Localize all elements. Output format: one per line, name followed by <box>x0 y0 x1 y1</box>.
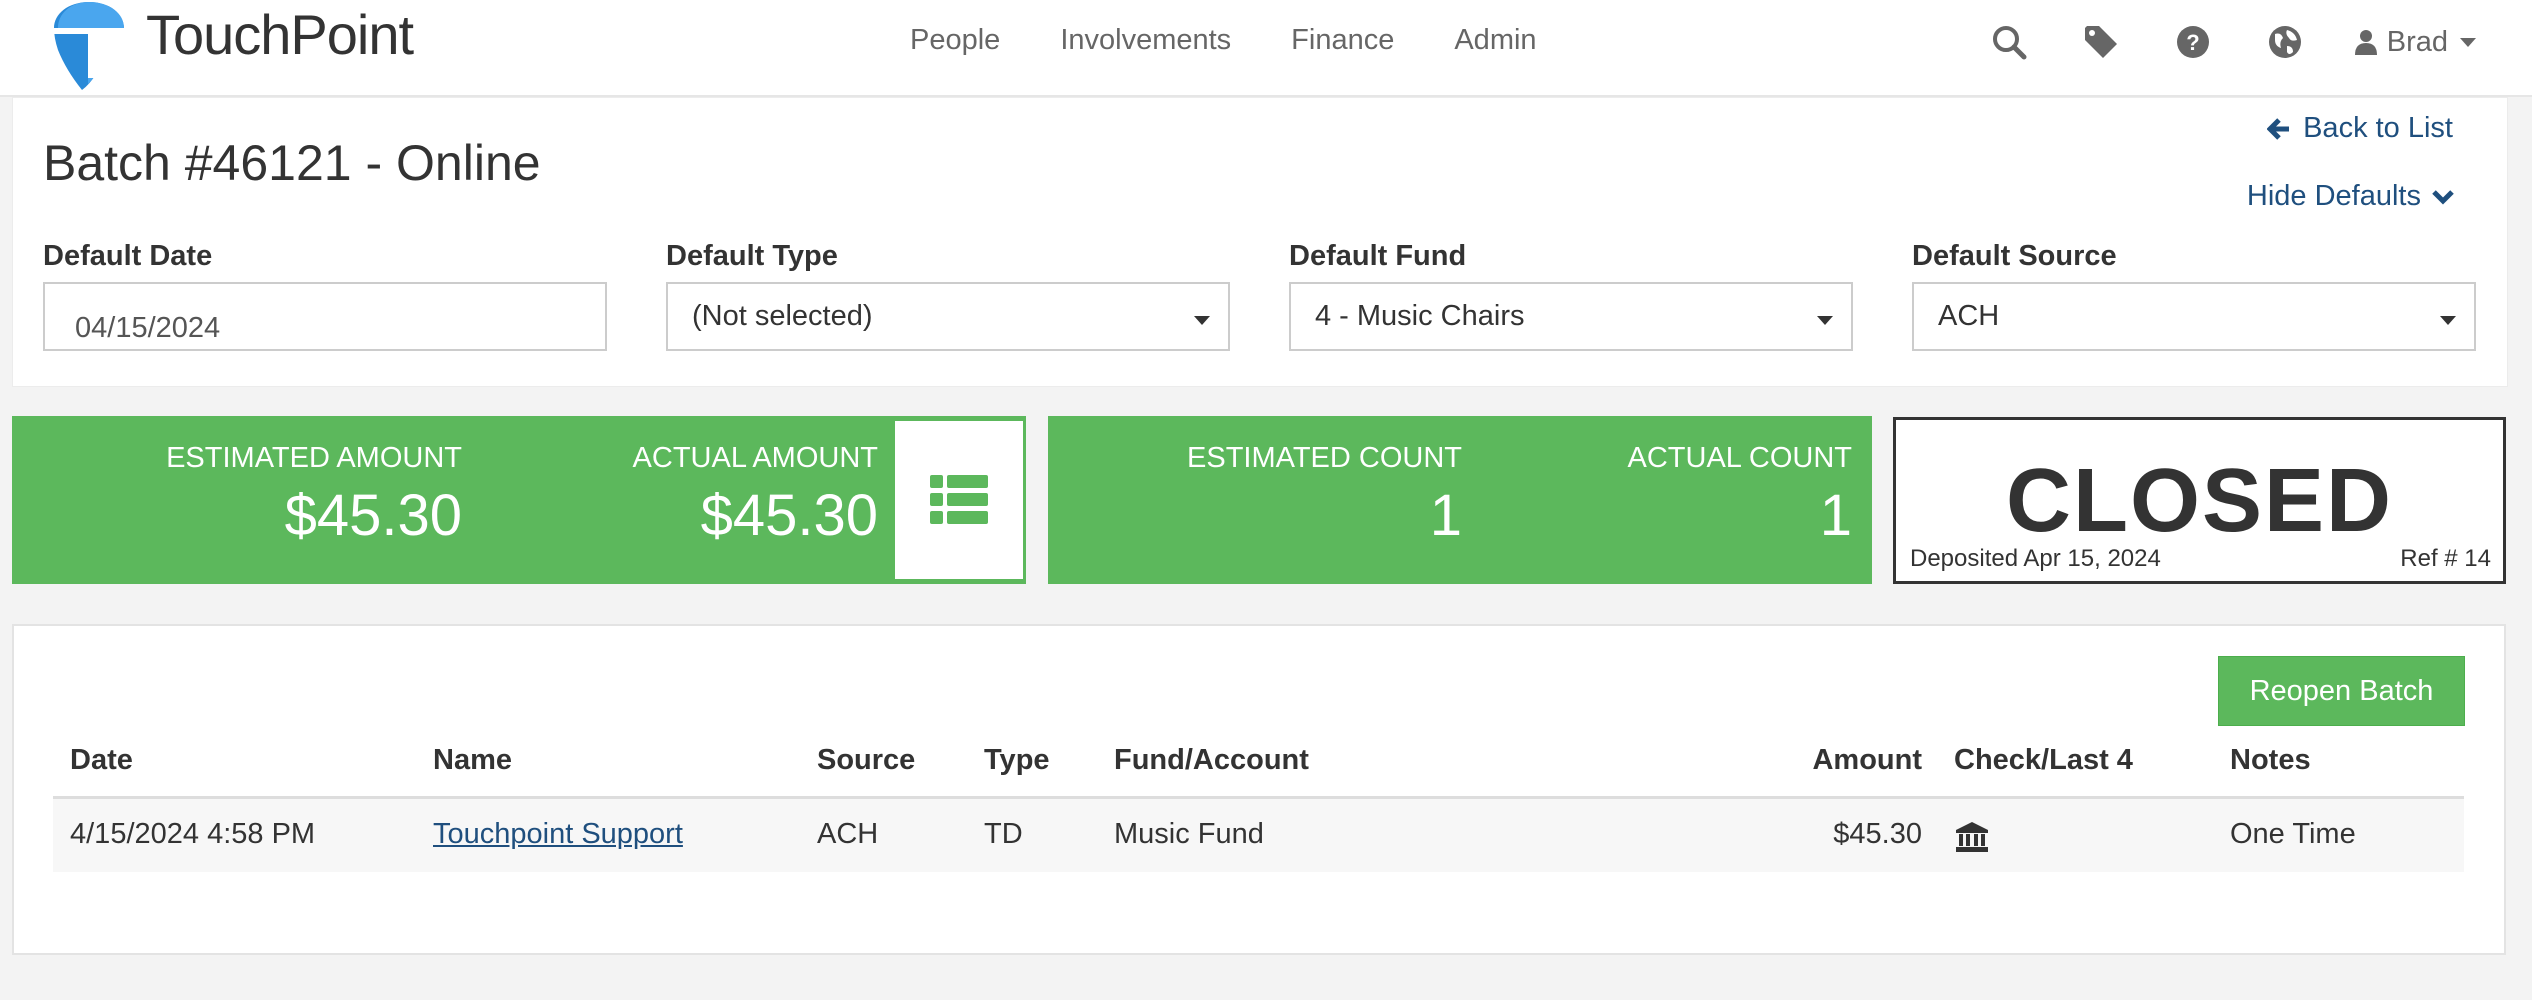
estimated-amount-label: ESTIMATED AMOUNT <box>166 442 462 474</box>
column-header-check[interactable]: Check/Last 4 <box>1954 744 2133 777</box>
count-stats-panel: ESTIMATED COUNT 1 ACTUAL COUNT 1 <box>1048 416 1872 584</box>
row-name-link[interactable]: Touchpoint Support <box>433 818 683 851</box>
default-fund-label: Default Fund <box>1289 240 1467 272</box>
nav-finance[interactable]: Finance <box>1291 24 1394 57</box>
contributions-panel <box>12 624 2506 955</box>
actual-amount-value: $45.30 <box>700 483 878 548</box>
page-title: Batch #46121 - Online <box>43 135 541 191</box>
brand-name: TouchPoint <box>146 2 414 66</box>
hide-defaults-label: Hide Defaults <box>2246 180 2421 212</box>
nav-involvements[interactable]: Involvements <box>1060 24 1231 57</box>
amount-stats-panel: ESTIMATED AMOUNT $45.30 ACTUAL AMOUNT $4… <box>12 416 1026 584</box>
nav-people[interactable]: People <box>910 24 1000 57</box>
default-type-value: (Not selected) <box>692 300 873 332</box>
chevron-down-icon <box>2432 189 2454 205</box>
list-icon <box>930 475 988 524</box>
default-type-group: Default Type (Not selected) <box>666 240 1230 351</box>
row-date: 4/15/2024 4:58 PM <box>70 818 316 850</box>
default-source-select[interactable]: ACH <box>1912 282 2476 351</box>
row-notes: One Time <box>2230 818 2356 850</box>
row-fund: Music Fund <box>1114 818 1264 850</box>
caret-down-icon <box>1194 316 1210 325</box>
hide-defaults-toggle[interactable]: Hide Defaults <box>2247 180 2455 213</box>
default-fund-group: Default Fund 4 - Music Chairs <box>1289 240 1853 351</box>
default-type-label: Default Type <box>666 240 838 272</box>
column-header-fund[interactable]: Fund/Account <box>1114 744 1309 777</box>
default-source-group: Default Source ACH <box>1912 240 2476 351</box>
batch-status: CLOSED <box>2005 451 2394 551</box>
default-source-label: Default Source <box>1912 240 2117 272</box>
column-header-notes[interactable]: Notes <box>2230 744 2311 777</box>
batch-header-panel: Batch #46121 - Online Back to List Hide … <box>12 97 2508 387</box>
column-header-amount[interactable]: Amount <box>1812 744 1922 777</box>
nav-admin[interactable]: Admin <box>1454 24 1536 57</box>
default-date-input[interactable]: 04/15/2024 <box>43 282 607 351</box>
back-to-list-link[interactable]: Back to List <box>2267 112 2453 145</box>
user-icon <box>2354 30 2377 55</box>
actual-count-label: ACTUAL COUNT <box>1627 442 1853 474</box>
nav-icons: ? Brad <box>1937 22 2532 62</box>
main-nav: People Involvements Finance Admin <box>910 24 1537 57</box>
default-date-group: Default Date 04/15/2024 <box>43 240 607 351</box>
back-to-list-label: Back to List <box>2303 112 2453 144</box>
default-source-value: ACH <box>1938 300 2000 332</box>
reopen-batch-button[interactable]: Reopen Batch <box>2218 656 2465 726</box>
reference-number: Ref # 14 <box>2400 545 2491 572</box>
column-header-date[interactable]: Date <box>70 744 133 777</box>
estimated-count-value: 1 <box>1429 483 1462 548</box>
actual-amount-label: ACTUAL AMOUNT <box>632 442 878 474</box>
globe-icon[interactable] <box>2265 22 2305 62</box>
top-navbar: TouchPoint People Involvements Finance A… <box>0 0 2532 97</box>
user-name: Brad <box>2386 25 2448 58</box>
row-type: TD <box>984 818 1023 850</box>
column-header-name[interactable]: Name <box>433 744 512 777</box>
bank-icon <box>1956 822 1988 860</box>
touchpoint-logo-icon <box>54 2 124 90</box>
column-header-type[interactable]: Type <box>984 744 1050 777</box>
svg-text:?: ? <box>2186 30 2199 55</box>
arrow-left-icon <box>2267 117 2290 140</box>
row-source: ACH <box>817 818 879 850</box>
default-fund-value: 4 - Music Chairs <box>1315 300 1525 332</box>
default-type-select[interactable]: (Not selected) <box>666 282 1230 351</box>
caret-down-icon <box>2440 316 2456 325</box>
default-date-value: 04/15/2024 <box>75 312 221 344</box>
actual-count-value: 1 <box>1819 483 1852 548</box>
estimated-count-label: ESTIMATED COUNT <box>1187 442 1462 474</box>
batch-status-box: CLOSED Deposited Apr 15, 2024 Ref # 14 <box>1893 417 2506 584</box>
default-date-label: Default Date <box>43 240 213 272</box>
caret-down-icon <box>1817 316 1833 325</box>
column-header-source[interactable]: Source <box>817 744 915 777</box>
help-icon[interactable]: ? <box>2173 22 2213 62</box>
touchpoint-logo[interactable]: TouchPoint <box>52 0 414 92</box>
search-icon[interactable] <box>1989 22 2029 62</box>
deposited-date: Deposited Apr 15, 2024 <box>1910 545 2161 572</box>
tag-icon[interactable] <box>2081 22 2121 62</box>
row-amount: $45.30 <box>1833 818 1922 850</box>
default-fund-select[interactable]: 4 - Music Chairs <box>1289 282 1853 351</box>
chevron-down-icon <box>2460 37 2476 47</box>
estimated-amount-value: $45.30 <box>284 483 462 548</box>
user-menu[interactable]: Brad <box>2354 25 2476 59</box>
view-list-button[interactable] <box>892 418 1026 582</box>
